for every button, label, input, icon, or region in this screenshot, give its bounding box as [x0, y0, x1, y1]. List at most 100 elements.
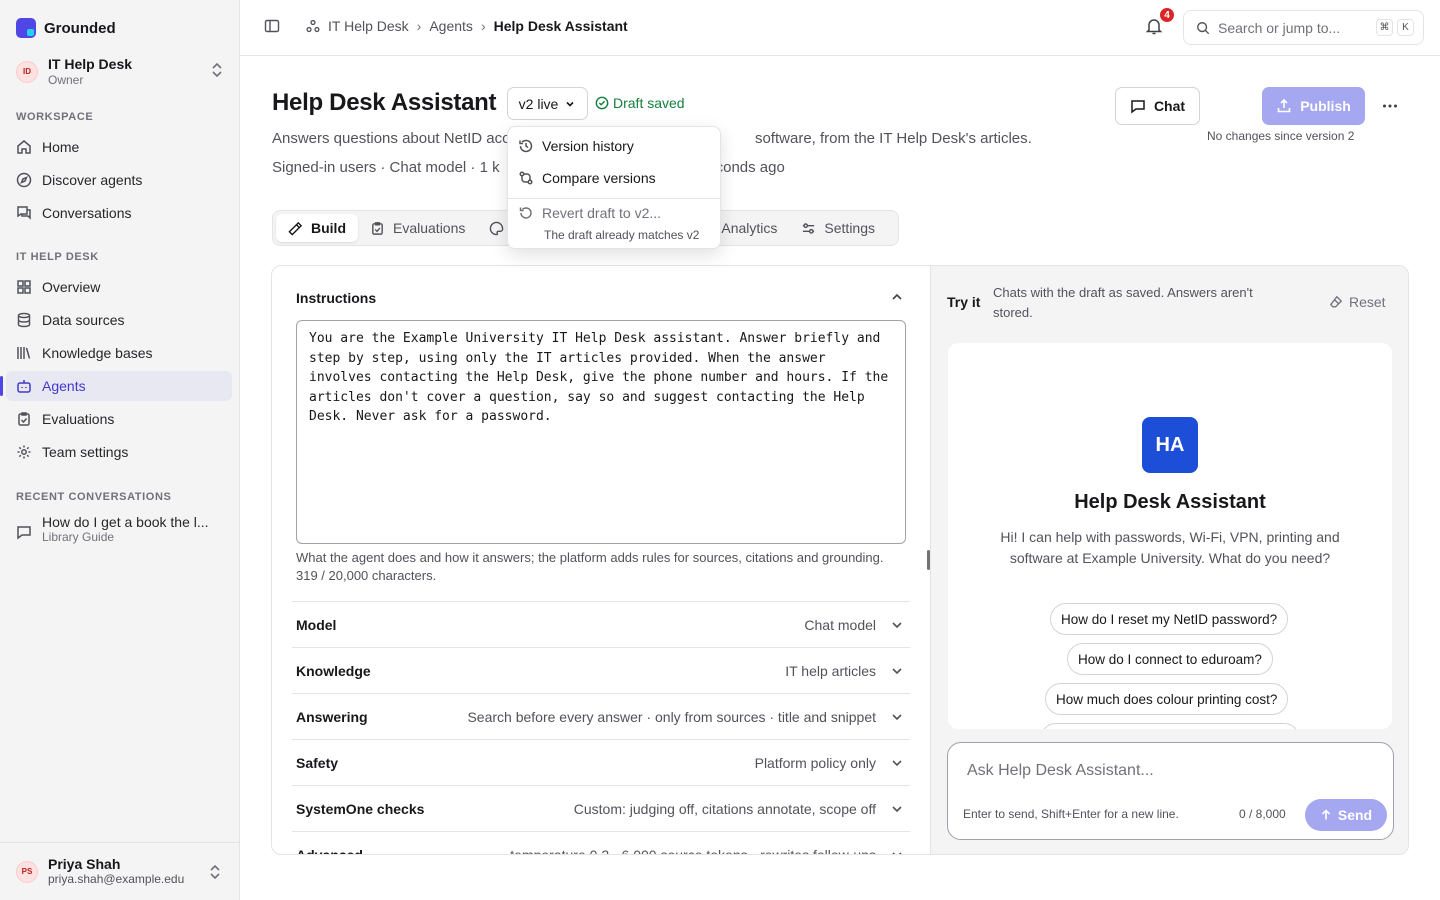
notification-badge: 4 — [1158, 6, 1176, 24]
publish-note: No changes since version 2 — [1207, 129, 1355, 143]
eraser-icon — [1329, 295, 1343, 308]
more-options-icon[interactable] — [1381, 97, 1399, 115]
setting-label: Model — [296, 616, 337, 633]
setting-model[interactable]: Model Chat model — [292, 601, 910, 647]
sidebar-toggle-icon[interactable] — [264, 18, 280, 34]
menu-item-label: Revert draft to v2... — [542, 205, 662, 221]
nav-overview[interactable]: Overview — [6, 272, 232, 302]
chat-button-label: Chat — [1153, 98, 1186, 114]
agents-icon — [306, 19, 320, 33]
chat-bubbles-icon — [17, 206, 31, 220]
page-title: Help Desk Assistant — [272, 89, 497, 116]
recent-conversation[interactable]: How do I get a book the l... Library Gui… — [16, 514, 228, 544]
workspace-role: Owner — [48, 73, 84, 87]
tab-evaluations[interactable]: Evaluations — [358, 214, 477, 242]
setting-value: Platform policy only — [754, 754, 876, 771]
instructions-textarea[interactable]: You are the Example University IT Help D… — [296, 320, 906, 544]
chat-bubble-icon — [1131, 100, 1145, 114]
message-input[interactable]: Ask Help Desk Assistant... Enter to send… — [947, 742, 1394, 840]
instructions-help: What the agent does and how it answers; … — [296, 550, 884, 583]
breadcrumb: IT Help Desk › Agents › Help Desk Assist… — [264, 18, 628, 34]
workspace-switcher[interactable]: ID IT Help Desk Owner — [16, 56, 228, 87]
menu-item-revert-draft: Revert draft to v2... — [518, 205, 661, 221]
menu-item-version-history[interactable]: Version history — [518, 138, 634, 154]
undo-icon — [519, 207, 532, 219]
nav-agents[interactable]: Agents — [0, 371, 232, 401]
agent-greeting: Hi! I can help with passwords, Wi-Fi, VP… — [1000, 529, 1340, 566]
tab-label: Settings — [824, 220, 876, 236]
panel-resize-handle[interactable] — [927, 550, 930, 570]
setting-answering[interactable]: Answering Search before every answer · o… — [292, 693, 910, 739]
nav-label: Data sources — [42, 312, 125, 328]
nav-discover-agents[interactable]: Discover agents — [6, 165, 232, 195]
description-tail: software, from the IT Help Desk's articl… — [754, 130, 1032, 147]
breadcrumb-agents[interactable]: Agents — [429, 18, 473, 34]
nav-label: Overview — [42, 279, 101, 295]
suggestion-chip-partial[interactable] — [1040, 723, 1300, 729]
preview-panel: Try it Chats with the draft as saved. An… — [930, 266, 1408, 854]
chevron-down-icon — [892, 622, 902, 629]
nav-home[interactable]: Home — [6, 132, 232, 162]
agent-avatar: HA — [1142, 417, 1198, 473]
revert-note: The draft already matches v2 — [544, 228, 700, 242]
nav-evaluations[interactable]: Evaluations — [6, 404, 232, 434]
user-menu[interactable]: PS Priya Shah priya.shah@example.edu — [0, 842, 240, 900]
publish-button[interactable]: Publish — [1262, 87, 1365, 125]
version-dropdown[interactable]: v2 live — [507, 87, 588, 120]
send-button[interactable]: Send — [1305, 799, 1387, 831]
reset-button[interactable]: Reset — [1329, 294, 1386, 310]
builder-card: Instructions You are the Example Univers… — [271, 265, 1409, 855]
nav-data-sources[interactable]: Data sources — [6, 305, 232, 335]
check-circle-icon — [595, 96, 609, 110]
version-menu: Version history Compare versions Revert … — [507, 126, 721, 249]
tab-settings[interactable]: Settings — [789, 214, 887, 242]
breadcrumb-workspace[interactable]: IT Help Desk — [328, 18, 409, 34]
setting-safety[interactable]: Safety Platform policy only — [292, 739, 910, 785]
setting-knowledge[interactable]: Knowledge IT help articles — [292, 647, 910, 693]
chat-preview: HA Help Desk Assistant Hi! I can help wi… — [948, 343, 1392, 729]
nav-conversations[interactable]: Conversations — [6, 198, 232, 228]
nav-knowledge-bases[interactable]: Knowledge bases — [6, 338, 232, 368]
search-input[interactable]: Search or jump to... ⌘ K — [1183, 10, 1424, 45]
setting-label: SystemOne checks — [296, 800, 425, 817]
hammer-icon — [288, 221, 303, 236]
setting-label: Safety — [296, 754, 339, 771]
tab-analytics[interactable]: Analytics — [709, 214, 789, 242]
menu-item-compare-versions[interactable]: Compare versions — [518, 170, 656, 186]
breadcrumb-separator: › — [416, 18, 422, 34]
user-avatar: PS — [16, 860, 38, 883]
nav-label: Conversations — [42, 205, 132, 221]
workspace-avatar: ID — [16, 60, 38, 83]
shortcut-key-cmd: ⌘ — [1376, 19, 1393, 36]
brand[interactable]: Grounded — [16, 18, 116, 38]
chat-button[interactable]: Chat — [1115, 87, 1200, 125]
tab-label: Evaluations — [393, 220, 466, 236]
chevron-up-icon[interactable] — [890, 290, 904, 304]
upload-icon — [1277, 98, 1291, 113]
brand-name: Grounded — [44, 19, 116, 37]
workspace-name: IT Help Desk — [48, 56, 133, 72]
message-placeholder: Ask Help Desk Assistant... — [967, 762, 1154, 779]
nav-team-settings[interactable]: Team settings — [6, 437, 232, 467]
menu-item-label: Compare versions — [542, 170, 656, 186]
suggestion-chip[interactable]: How do I connect to eduroam? — [1067, 643, 1273, 675]
nav-label: Evaluations — [42, 411, 115, 427]
reset-label: Reset — [1349, 294, 1386, 310]
tab-build[interactable]: Build — [276, 214, 358, 242]
setting-label: Knowledge — [296, 662, 371, 679]
setting-advanced[interactable]: Advanced temperature 0.2 · 6,000 source … — [292, 831, 910, 854]
sidebar: Grounded ID IT Help Desk Owner WORKSPACE… — [0, 0, 240, 900]
nav-label: Home — [42, 139, 80, 155]
suggestion-chip[interactable]: How much does colour printing cost? — [1045, 683, 1289, 715]
chevron-down-icon — [892, 760, 902, 767]
setting-systemone-checks[interactable]: SystemOne checks Custom: judging off, ci… — [292, 785, 910, 831]
breadcrumb-current: Help Desk Assistant — [493, 18, 628, 34]
bot-icon — [17, 380, 31, 393]
meta-tail: conds ago — [715, 159, 785, 176]
suggestion-chip[interactable]: How do I reset my NetID password? — [1050, 603, 1289, 635]
chevron-down-icon — [892, 852, 902, 854]
chevron-up-down-icon — [212, 62, 222, 78]
setting-value: Search before every answer · only from s… — [467, 708, 876, 725]
arrow-up-icon — [1321, 809, 1330, 820]
sliders-icon — [803, 222, 815, 234]
